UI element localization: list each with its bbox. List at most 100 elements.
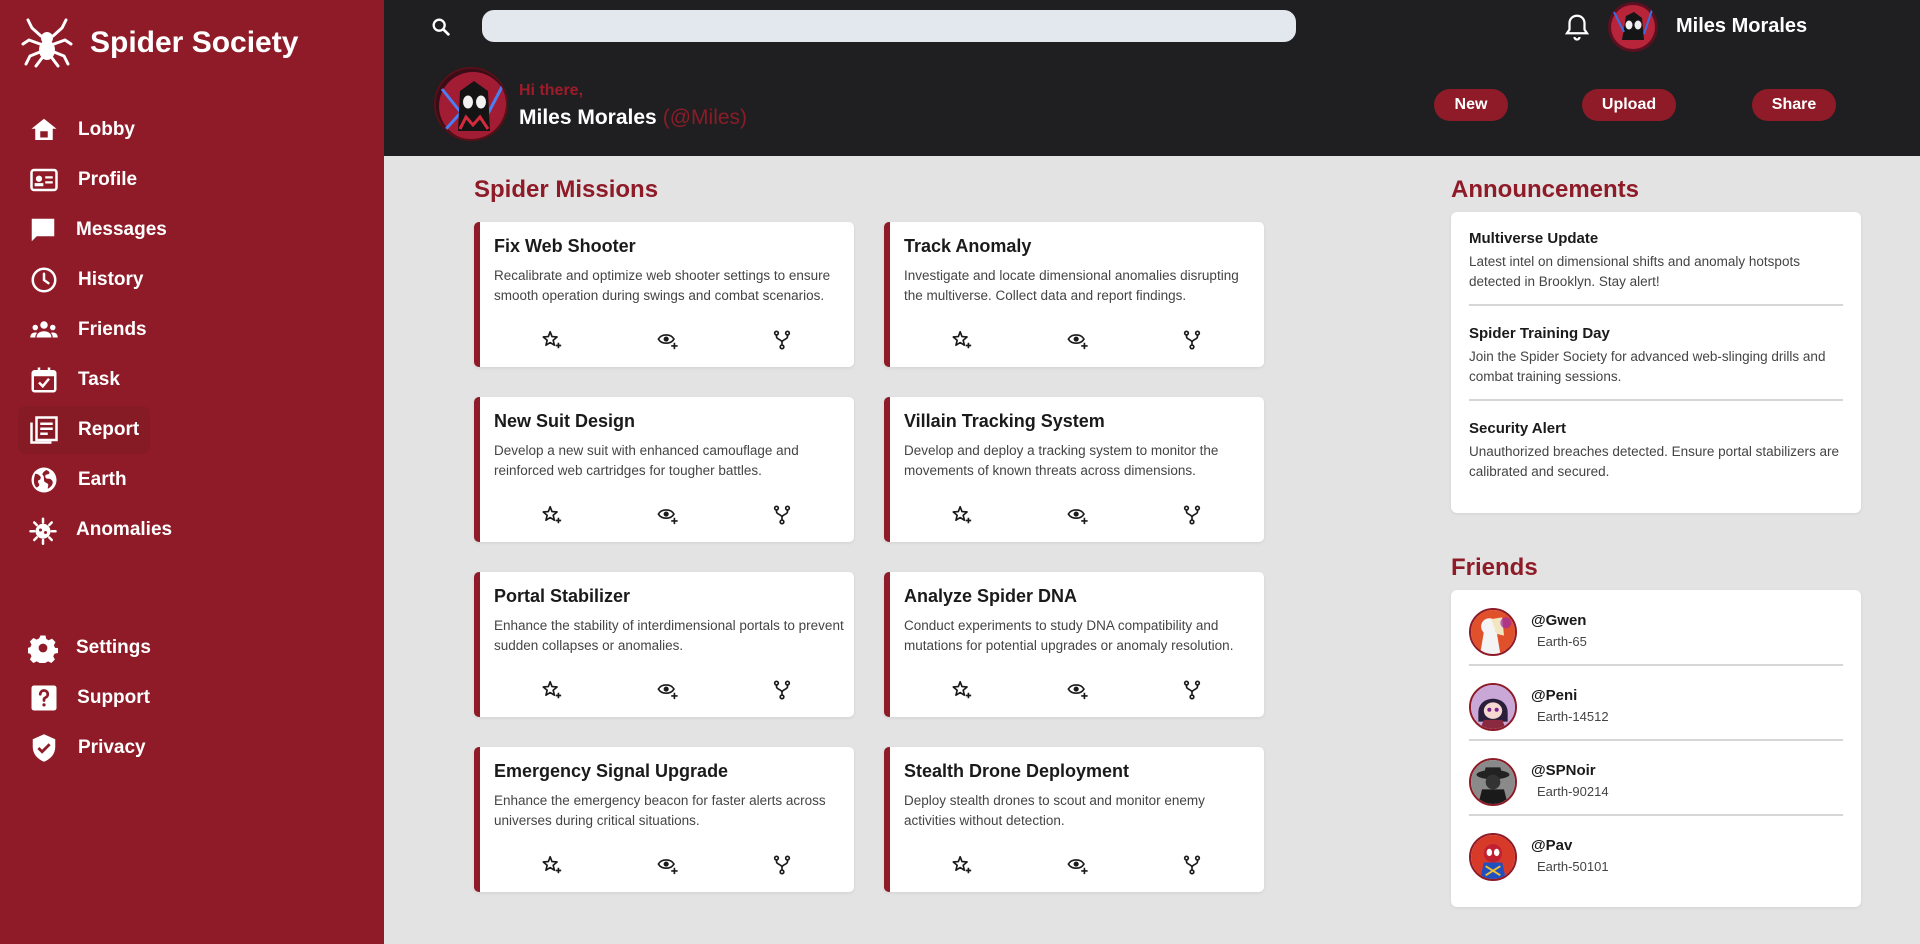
- mission-description: Investigate and locate dimensional anoma…: [904, 268, 1239, 303]
- sidebar-item-lobby[interactable]: Lobby: [18, 106, 150, 154]
- divider: [1469, 739, 1843, 741]
- fork-icon[interactable]: [770, 503, 794, 527]
- friend-handle: @Pav: [1531, 837, 1573, 854]
- chat-icon: [28, 214, 58, 246]
- mission-description: Enhance the stability of interdimensiona…: [494, 618, 844, 653]
- search-input[interactable]: [482, 10, 1296, 42]
- clock-icon: [28, 264, 60, 296]
- upload-button[interactable]: Upload: [1582, 89, 1676, 121]
- share-button[interactable]: Share: [1752, 89, 1836, 121]
- star-add-icon[interactable]: [950, 503, 974, 527]
- friend-avatar: [1469, 683, 1517, 731]
- announcement-item[interactable]: Multiverse Update Latest intel on dimens…: [1469, 230, 1843, 292]
- username[interactable]: Miles Morales: [1676, 15, 1807, 38]
- fork-icon[interactable]: [770, 853, 794, 877]
- announcement-body: Unauthorized breaches detected. Ensure p…: [1469, 444, 1839, 479]
- calendar-check-icon: [28, 364, 60, 396]
- sidebar-item-label: Anomalies: [76, 519, 173, 540]
- display-name-text: Miles Morales: [519, 106, 657, 129]
- sidebar-item-profile[interactable]: Profile: [18, 156, 150, 204]
- mission-card[interactable]: New Suit Design Develop a new suit with e…: [474, 397, 854, 542]
- star-add-icon[interactable]: [950, 678, 974, 702]
- watch-add-icon[interactable]: [656, 328, 680, 352]
- divider: [1469, 664, 1843, 666]
- fork-icon[interactable]: [1180, 503, 1204, 527]
- sidebar-item-report[interactable]: Report: [18, 406, 150, 454]
- friend-earth: Earth-50101: [1537, 859, 1609, 874]
- mission-title: Fix Web Shooter: [494, 236, 636, 256]
- watch-add-icon[interactable]: [656, 853, 680, 877]
- sidebar-item-label: Privacy: [78, 737, 146, 758]
- sidebar-item-task[interactable]: Task: [18, 356, 150, 404]
- sidebar-item-label: Settings: [76, 637, 151, 658]
- friend-avatar: [1469, 833, 1517, 881]
- friends-title: Friends: [1451, 554, 1538, 581]
- mission-title: Portal Stabilizer: [494, 586, 631, 606]
- friend-earth: Earth-14512: [1537, 709, 1609, 724]
- mission-description: Develop and deploy a tracking system to …: [904, 443, 1219, 478]
- brand[interactable]: Spider Society: [20, 16, 298, 70]
- fork-icon[interactable]: [770, 328, 794, 352]
- sidebar-item-privacy[interactable]: Privacy: [18, 724, 150, 772]
- watch-add-icon[interactable]: [1066, 503, 1090, 527]
- friend-item[interactable]: @Gwen Earth-65: [1469, 608, 1843, 658]
- watch-add-icon[interactable]: [656, 503, 680, 527]
- new-button[interactable]: New: [1434, 89, 1508, 121]
- sidebar-item-history[interactable]: History: [18, 256, 150, 304]
- sidebar-item-settings[interactable]: Settings: [18, 624, 151, 672]
- mission-card[interactable]: Emergency Signal Upgrade Enhance the emer…: [474, 747, 854, 892]
- bell-icon[interactable]: [1562, 12, 1592, 42]
- sidebar-item-label: Friends: [78, 319, 147, 340]
- mission-card[interactable]: Track Anomaly Investigate and locate dime…: [884, 222, 1264, 367]
- mission-card[interactable]: Stealth Drone Deployment Deploy stealth d…: [884, 747, 1264, 892]
- fork-icon[interactable]: [770, 678, 794, 702]
- mission-card[interactable]: Fix Web Shooter Recalibrate and optimize …: [474, 222, 854, 367]
- friend-item[interactable]: @Pav Earth-50101: [1469, 833, 1843, 883]
- user-avatar[interactable]: [1608, 2, 1658, 52]
- sidebar-item-messages[interactable]: Messages: [18, 206, 167, 254]
- fork-icon[interactable]: [1180, 853, 1204, 877]
- shield-check-icon: [28, 732, 60, 764]
- watch-add-icon[interactable]: [656, 678, 680, 702]
- newspaper-icon: [28, 414, 60, 446]
- star-add-icon[interactable]: [950, 853, 974, 877]
- watch-add-icon[interactable]: [1066, 853, 1090, 877]
- user-handle: (@Miles): [662, 106, 748, 129]
- id-card-icon: [28, 164, 60, 196]
- announcement-body: Latest intel on dimensional shifts and a…: [1469, 254, 1800, 289]
- friend-handle: @Gwen: [1531, 612, 1587, 629]
- mission-description: Deploy stealth drones to scout and monit…: [904, 793, 1205, 828]
- star-add-icon[interactable]: [540, 503, 564, 527]
- star-add-icon[interactable]: [950, 328, 974, 352]
- sidebar-item-label: Report: [78, 419, 140, 440]
- divider: [1469, 304, 1843, 306]
- announcement-title: Security Alert: [1469, 420, 1566, 437]
- friend-avatar: [1469, 758, 1517, 806]
- friend-item[interactable]: @Peni Earth-14512: [1469, 683, 1843, 733]
- friend-item[interactable]: @SPNoir Earth-90214: [1469, 758, 1843, 808]
- watch-add-icon[interactable]: [1066, 328, 1090, 352]
- globe-icon: [28, 464, 60, 496]
- announcement-item[interactable]: Security Alert Unauthorized breaches det…: [1469, 420, 1843, 482]
- mission-card[interactable]: Portal Stabilizer Enhance the stability o…: [474, 572, 854, 717]
- announcement-item[interactable]: Spider Training Day Join the Spider Soci…: [1469, 325, 1843, 387]
- sidebar-item-friends[interactable]: Friends: [18, 306, 150, 354]
- divider: [1469, 814, 1843, 816]
- mission-title: Stealth Drone Deployment: [904, 761, 1130, 781]
- fork-icon[interactable]: [1180, 328, 1204, 352]
- mission-title: Analyze Spider DNA: [904, 586, 1078, 606]
- mission-card[interactable]: Villain Tracking System Develop and deplo…: [884, 397, 1264, 542]
- star-add-icon[interactable]: [540, 853, 564, 877]
- fork-icon[interactable]: [1180, 678, 1204, 702]
- sidebar-item-earth[interactable]: Earth: [18, 456, 150, 504]
- sidebar-item-label: Task: [78, 369, 120, 390]
- sidebar-item-anomalies[interactable]: Anomalies: [18, 506, 172, 554]
- topbar: Miles Morales Hi there, Miles Morales (@M…: [384, 0, 1920, 156]
- mission-title: Emergency Signal Upgrade: [494, 761, 729, 781]
- mission-card[interactable]: Analyze Spider DNA Conduct experiments to…: [884, 572, 1264, 717]
- sidebar-item-support[interactable]: Support: [18, 674, 150, 722]
- search-icon[interactable]: [430, 16, 452, 38]
- star-add-icon[interactable]: [540, 328, 564, 352]
- watch-add-icon[interactable]: [1066, 678, 1090, 702]
- star-add-icon[interactable]: [540, 678, 564, 702]
